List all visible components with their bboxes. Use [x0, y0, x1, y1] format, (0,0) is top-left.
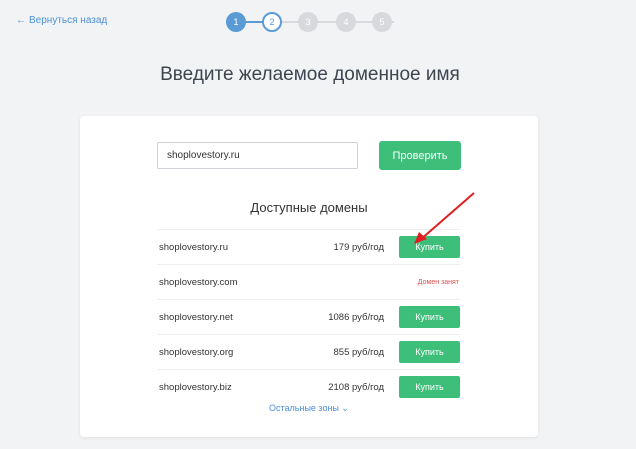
domain-row: shoplovestory.com Домен занят: [157, 264, 460, 299]
step-5: 5: [372, 12, 392, 32]
domain-search-input[interactable]: [157, 142, 358, 169]
domain-price: 2108 руб/год: [328, 382, 384, 393]
domain-search-card: Проверить Доступные домены shoplovestory…: [80, 116, 538, 437]
domain-taken-status: Домен занят: [417, 279, 459, 286]
domain-price: 1086 руб/год: [328, 312, 384, 323]
domain-list: shoplovestory.ru 179 руб/год Купить shop…: [157, 229, 460, 404]
domain-name: shoplovestory.org: [159, 347, 234, 358]
domain-row: shoplovestory.net 1086 руб/год Купить: [157, 299, 460, 334]
domain-row: shoplovestory.biz 2108 руб/год Купить: [157, 369, 460, 404]
domain-name: shoplovestory.biz: [159, 382, 232, 393]
more-zones-label: Остальные зоны: [269, 403, 339, 413]
step-progress: 1 2 3 4 5: [226, 12, 394, 32]
arrow-left-icon: ←: [16, 15, 26, 26]
page-title: Введите желаемое доменное имя: [160, 64, 460, 85]
more-zones-link[interactable]: Остальные зоны ⌄: [80, 403, 538, 414]
check-button[interactable]: Проверить: [379, 141, 461, 170]
domain-name: shoplovestory.com: [159, 277, 238, 288]
domain-name: shoplovestory.ru: [159, 242, 228, 253]
domain-name: shoplovestory.net: [159, 312, 233, 323]
step-4: 4: [336, 12, 356, 32]
domain-price: 855 руб/год: [333, 347, 384, 358]
domain-price: 179 руб/год: [333, 242, 384, 253]
buy-button[interactable]: Купить: [399, 306, 460, 328]
back-link-label: Вернуться назад: [29, 15, 108, 26]
red-arrow-icon: [414, 192, 475, 244]
step-3: 3: [298, 12, 318, 32]
chevron-down-icon: ⌄: [341, 403, 349, 413]
buy-button[interactable]: Купить: [399, 341, 460, 363]
back-link[interactable]: ← Вернуться назад: [16, 15, 107, 26]
domain-row: shoplovestory.org 855 руб/год Купить: [157, 334, 460, 369]
step-1: 1: [226, 12, 246, 32]
buy-button[interactable]: Купить: [399, 376, 460, 398]
step-2: 2: [262, 12, 282, 32]
